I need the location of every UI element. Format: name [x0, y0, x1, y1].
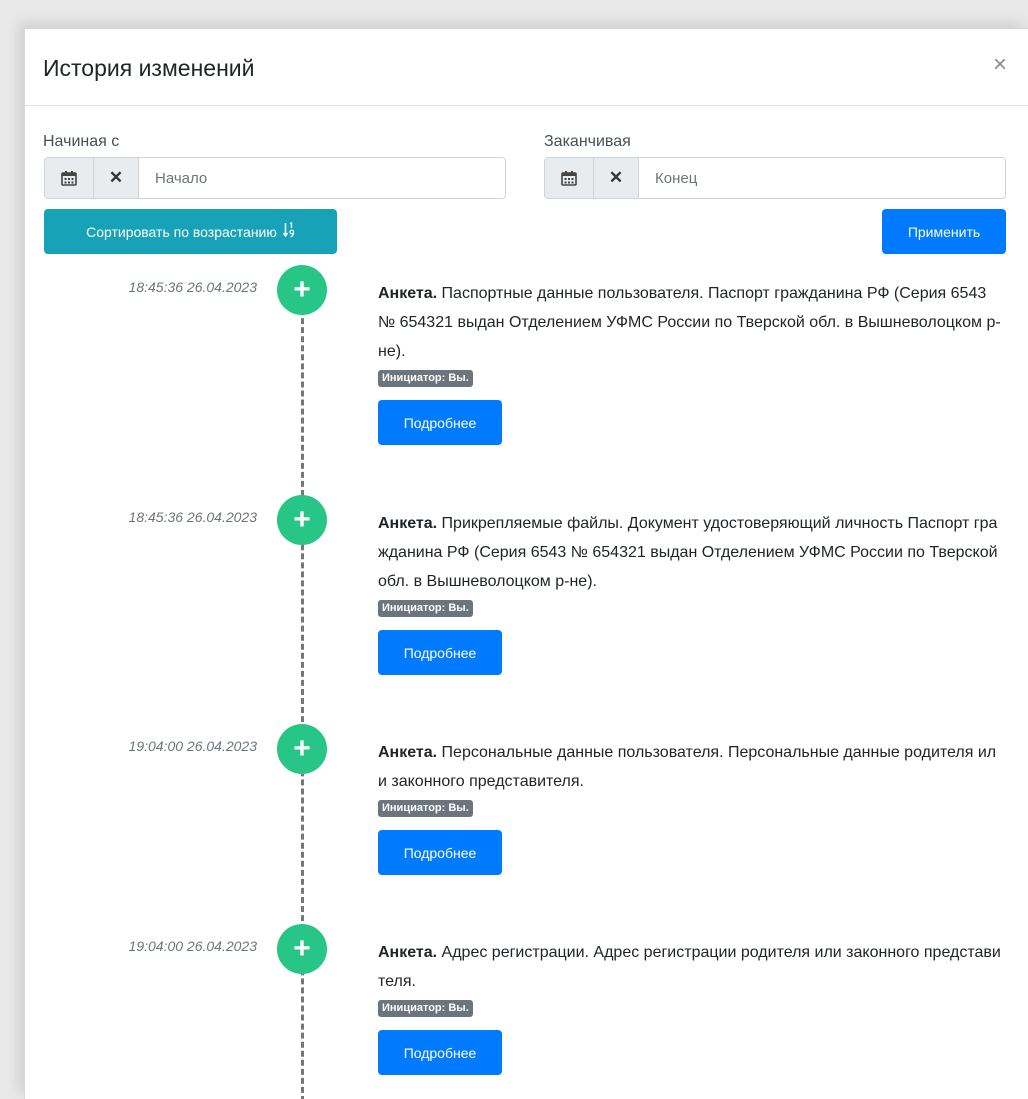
details-button[interactable]: Подробнее	[378, 1030, 502, 1075]
timeline-content: Анкета. Адрес регистрации. Адрес регистр…	[378, 938, 1004, 1075]
start-date-group: ✕	[44, 157, 506, 199]
timeline-description: Паспортные данные пользователя. Паспорт …	[378, 285, 1001, 360]
sort-button-label: Сортировать по возрастанию	[86, 223, 277, 240]
modal-title: История изменений	[43, 55, 255, 81]
timeline-description: Прикрепляемые файлы. Документ удостоверя…	[378, 515, 998, 590]
initiator-badge: Инициатор: Вы.	[378, 800, 473, 817]
close-icon[interactable]: ×	[993, 53, 1007, 77]
timeline-description: Адрес регистрации. Адрес регистрации род…	[378, 944, 1001, 990]
modal-header: История изменений ×	[25, 29, 1028, 106]
timeline-heading: Анкета.	[378, 285, 438, 302]
initiator-badge: Инициатор: Вы.	[378, 370, 473, 387]
sort-ascending-button[interactable]: Сортировать по возрастанию	[44, 209, 337, 254]
timeline-content: Анкета. Паспортные данные пользователя. …	[378, 279, 1004, 445]
timeline-text: Анкета. Персональные данные пользователя…	[378, 738, 1004, 796]
clear-start-icon[interactable]: ✕	[94, 158, 139, 198]
end-date-input[interactable]	[639, 158, 1005, 198]
timeline-text: Анкета. Адрес регистрации. Адрес регистр…	[378, 938, 1004, 996]
history-modal: История изменений × Начиная с ✕ Заканчив…	[24, 28, 1028, 1099]
clear-end-icon[interactable]: ✕	[594, 158, 639, 198]
calendar-icon[interactable]	[545, 158, 594, 198]
timeline-time: 18:45:36 26.04.2023	[128, 279, 257, 295]
start-date-input[interactable]	[139, 158, 505, 198]
timeline-text: Анкета. Прикрепляемые файлы. Документ уд…	[378, 509, 1004, 596]
timeline-time: 19:04:00 26.04.2023	[128, 938, 257, 954]
plus-icon: +	[277, 724, 327, 774]
details-button[interactable]: Подробнее	[378, 400, 502, 445]
timeline-heading: Анкета.	[378, 515, 438, 532]
timeline-content: Анкета. Персональные данные пользователя…	[378, 738, 1004, 875]
timeline-heading: Анкета.	[378, 944, 438, 961]
end-date-label: Заканчивая	[544, 133, 631, 150]
timeline-content: Анкета. Прикрепляемые файлы. Документ уд…	[378, 509, 1004, 675]
plus-icon: +	[277, 495, 327, 545]
end-date-group: ✕	[544, 157, 1006, 199]
timeline-description: Персональные данные пользователя. Персон…	[378, 744, 997, 790]
plus-icon: +	[277, 265, 327, 315]
timeline-line	[301, 291, 304, 1099]
sort-numeric-icon	[282, 221, 295, 241]
details-button[interactable]: Подробнее	[378, 830, 502, 875]
calendar-icon[interactable]	[45, 158, 94, 198]
timeline-time: 19:04:00 26.04.2023	[128, 738, 257, 754]
initiator-badge: Инициатор: Вы.	[378, 600, 473, 617]
timeline-heading: Анкета.	[378, 744, 438, 761]
plus-icon: +	[277, 924, 327, 974]
details-button[interactable]: Подробнее	[378, 630, 502, 675]
timeline-time: 18:45:36 26.04.2023	[128, 509, 257, 525]
apply-button[interactable]: Применить	[882, 209, 1006, 254]
start-date-label: Начиная с	[43, 133, 120, 150]
initiator-badge: Инициатор: Вы.	[378, 1000, 473, 1017]
timeline-text: Анкета. Паспортные данные пользователя. …	[378, 279, 1004, 366]
